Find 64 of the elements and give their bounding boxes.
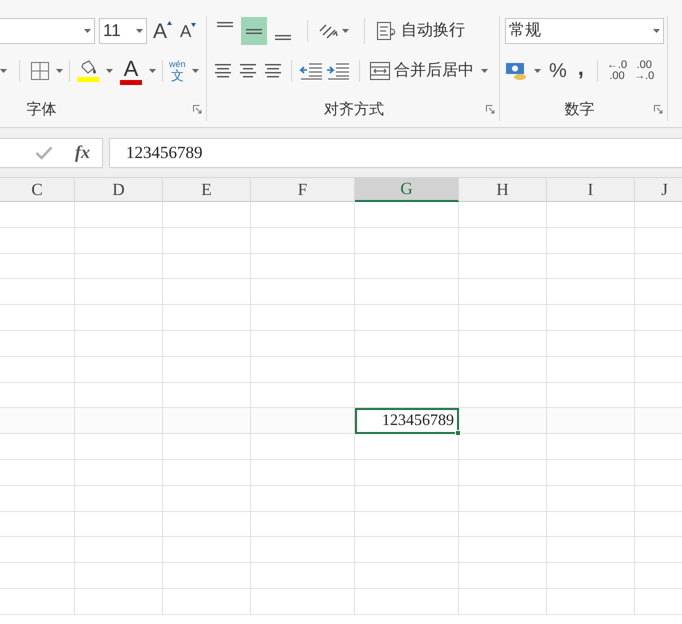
caret-icon: [84, 29, 91, 33]
caret-icon: [136, 29, 143, 33]
font-color-bar: [120, 80, 142, 84]
sheet-cell[interactable]: [75, 588, 163, 615]
dialog-launcher-icon[interactable]: [654, 105, 663, 114]
font-name-field[interactable]: [0, 18, 95, 44]
group-label: 字体: [26, 100, 58, 120]
caret-icon: [56, 69, 63, 73]
decrease-decimal-button[interactable]: .00 →.0: [634, 60, 654, 82]
caret-icon: [342, 29, 349, 33]
phonetic-guide-button[interactable]: wén 文: [169, 60, 186, 82]
vertical-align-button[interactable]: [241, 17, 267, 45]
sheet-cell[interactable]: [459, 588, 547, 615]
column-header[interactable]: D: [75, 178, 163, 202]
percent-style-button[interactable]: %: [549, 56, 567, 86]
caret-icon: [149, 69, 156, 73]
increase-indent-icon[interactable]: [326, 61, 350, 81]
merge-cells-icon: [369, 61, 391, 81]
group-label: 对齐方式: [323, 100, 385, 120]
dialog-launcher-icon[interactable]: [486, 105, 495, 114]
active-cell[interactable]: 123456789: [355, 408, 459, 434]
caret-icon: [481, 69, 488, 73]
sheet-cell[interactable]: [251, 588, 355, 615]
caret-icon: [534, 69, 541, 73]
merge-center-button[interactable]: 合并后居中: [369, 59, 488, 83]
insert-function-button[interactable]: fx: [75, 139, 90, 166]
fill-handle[interactable]: [455, 430, 461, 436]
align-lines-icon: [217, 22, 233, 27]
check-icon[interactable]: [35, 146, 53, 160]
column-header[interactable]: E: [163, 178, 251, 202]
sheet-cell[interactable]: [355, 588, 459, 615]
caret-icon: [0, 69, 7, 73]
number-format-dropdown[interactable]: 常规: [505, 18, 664, 44]
borders-icon[interactable]: [30, 61, 50, 81]
wrap-text-button[interactable]: 自动换行: [376, 19, 465, 43]
caret-icon: [192, 69, 199, 73]
column-header[interactable]: H: [459, 178, 547, 202]
wrap-text-icon: [376, 21, 398, 41]
column-header[interactable]: F: [251, 178, 355, 202]
comma-style-button[interactable]: ,: [578, 57, 584, 85]
sheet-cell[interactable]: [547, 588, 635, 615]
accounting-format-icon[interactable]: [505, 61, 529, 81]
up-triangle-icon: [167, 20, 172, 24]
column-header[interactable]: J: [635, 178, 682, 202]
down-triangle-icon: [191, 22, 196, 26]
column-header[interactable]: I: [547, 178, 635, 202]
sheet-cell[interactable]: [0, 588, 75, 615]
caret-icon: [106, 69, 113, 73]
column-header[interactable]: C: [0, 178, 75, 202]
grow-font-button[interactable]: A: [151, 20, 174, 42]
align-lines-icon: [246, 28, 262, 34]
decrease-indent-icon[interactable]: [299, 61, 323, 81]
sheet-cell[interactable]: [163, 588, 251, 615]
font-size-field[interactable]: 11: [99, 18, 147, 44]
formula-input[interactable]: 123456789: [109, 138, 682, 168]
dialog-launcher-icon[interactable]: [193, 105, 202, 114]
font-color-button[interactable]: A: [119, 58, 143, 84]
column-header[interactable]: G: [355, 178, 459, 202]
shrink-font-button[interactable]: A: [178, 22, 198, 40]
group-label: 数字: [564, 100, 596, 120]
caret-icon: [653, 29, 660, 33]
fill-color-icon[interactable]: [76, 59, 100, 83]
align-lines-icon: [275, 35, 291, 40]
increase-decimal-button[interactable]: ←.0 .00: [606, 60, 628, 82]
